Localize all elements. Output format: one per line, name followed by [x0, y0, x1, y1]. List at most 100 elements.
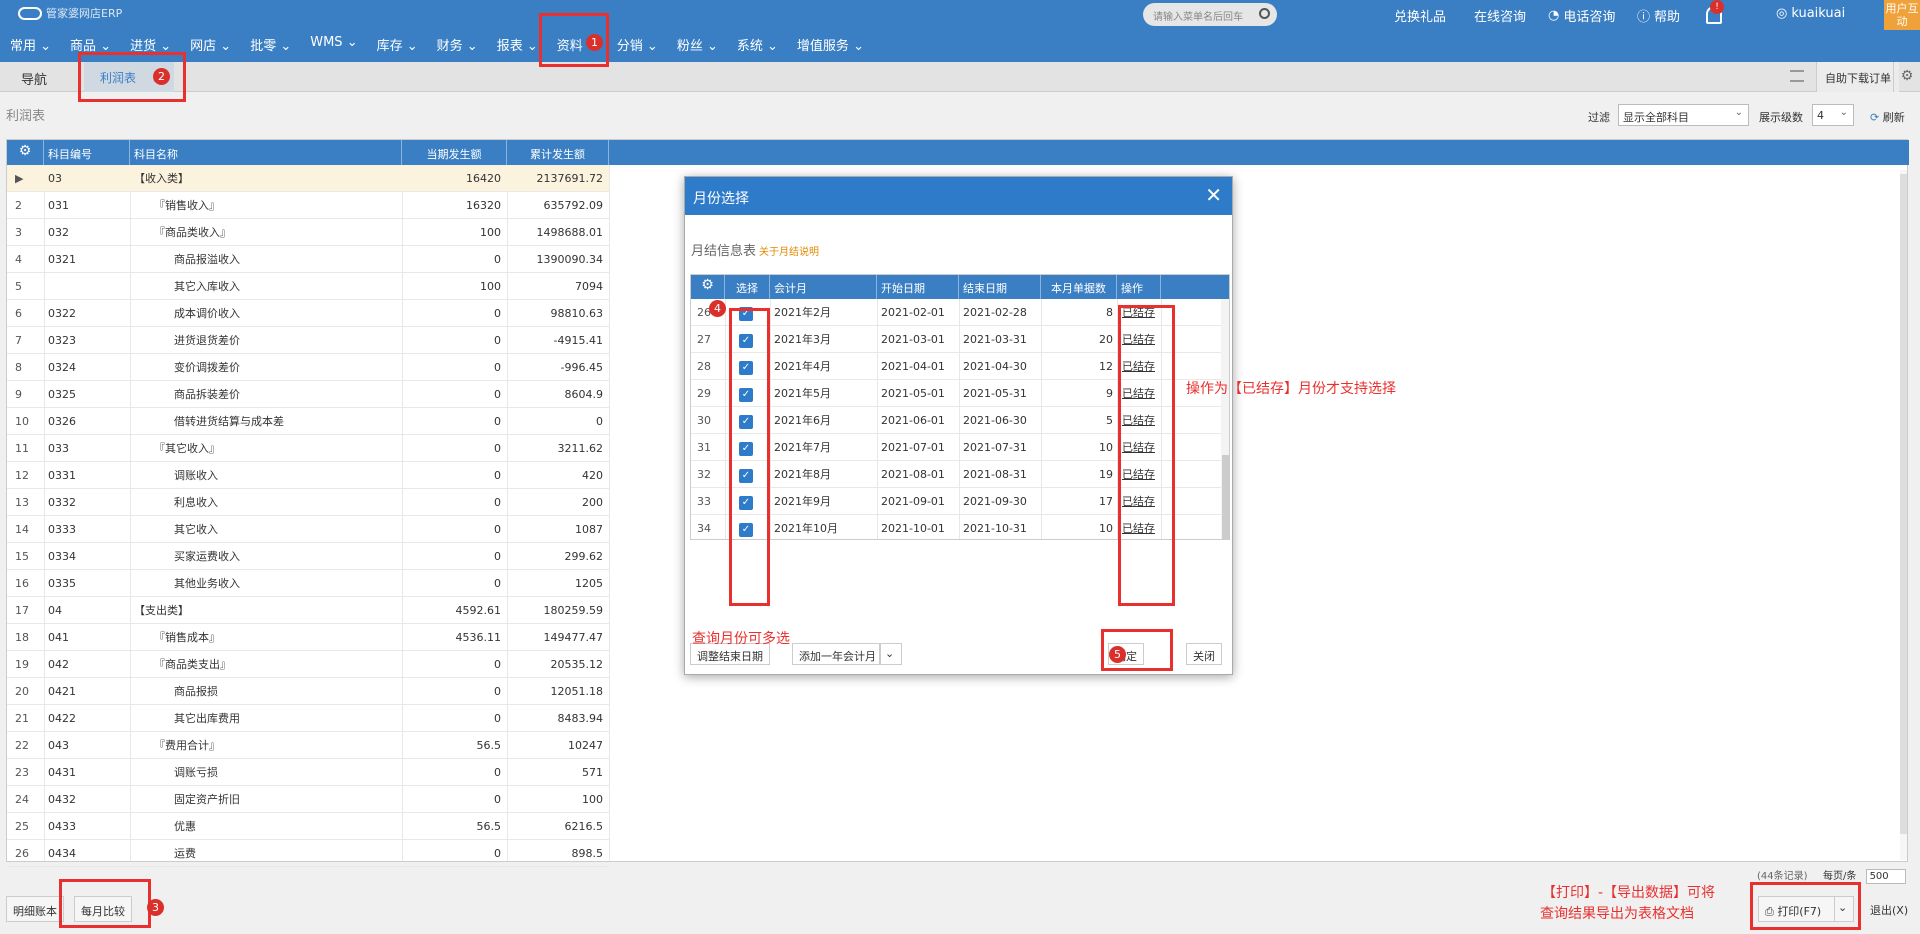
table-row[interactable]: 17 04 【支出类】 4592.61 180259.59 — [7, 597, 609, 624]
table-row[interactable]: 18 041 『销售成本』 4536.11 149477.47 — [7, 624, 609, 651]
refresh-button[interactable]: ⟳ 刷新 — [1870, 109, 1905, 125]
cumulative-amount: 3211.62 — [557, 442, 604, 455]
doc-count: 5 — [1106, 414, 1113, 427]
table-row[interactable]: 2 031 『销售收入』 16320 635792.09 — [7, 192, 609, 219]
table-row[interactable]: 12 0331 调账收入 0 420 — [7, 462, 609, 489]
menu-reports[interactable]: 报表 ⌄ — [497, 35, 538, 54]
account-code: 032 — [48, 226, 69, 239]
help-icon: ⓘ — [1637, 10, 1651, 25]
account-name: 『其它收入』 — [154, 442, 220, 455]
detail-ledger-button[interactable]: 明细账本 — [6, 896, 64, 922]
gear-icon[interactable]: ⚙ — [1893, 62, 1920, 92]
current-amount: 16420 — [466, 172, 501, 185]
menu-online-store[interactable]: 网店 ⌄ — [190, 35, 231, 54]
table-row[interactable]: 14 0333 其它收入 0 1087 — [7, 516, 609, 543]
table-row[interactable]: 16 0335 其他业务收入 0 1205 — [7, 570, 609, 597]
month-row-number: 34 — [697, 522, 711, 535]
table-row[interactable]: 9 0325 商品拆装差价 0 8604.9 — [7, 381, 609, 408]
close-icon[interactable]: ✕ — [1205, 183, 1222, 207]
doc-count: 19 — [1099, 468, 1113, 481]
menu-common[interactable]: 常用 ⌄ — [10, 35, 51, 54]
cumulative-amount: 12051.18 — [550, 685, 604, 698]
gift-link[interactable]: 兑换礼品 — [1394, 6, 1446, 25]
col-accounting-month[interactable]: 会计月 — [770, 275, 877, 299]
row-number: 18 — [15, 631, 29, 644]
table-row[interactable]: 13 0332 利息收入 0 200 — [7, 489, 609, 516]
table-row[interactable]: 4 0321 商品报溢收入 0 1390090.34 — [7, 246, 609, 273]
online-consult-link[interactable]: 在线咨询 — [1474, 6, 1526, 25]
menu-value-added[interactable]: 增值服务 ⌄ — [797, 35, 864, 54]
table-row[interactable]: ▶ 03 【收入类】 16420 2137691.72 — [7, 165, 609, 192]
account-name: 商品报损 — [174, 685, 218, 698]
note-export-line2: 查询结果导出为表格文档 — [1540, 906, 1694, 922]
col-end-date[interactable]: 结束日期 — [959, 275, 1041, 299]
account-name: 变价调拨差价 — [174, 361, 240, 374]
menu-distribution[interactable]: 分销 ⌄ — [617, 35, 658, 54]
column-settings-gear-icon[interactable]: ⚙ — [7, 140, 44, 165]
table-row[interactable]: 19 042 『商品类支出』 0 20535.12 — [7, 651, 609, 678]
cumulative-amount: 200 — [582, 496, 603, 509]
list-icon[interactable] — [1790, 70, 1804, 82]
account-name: 『费用合计』 — [154, 739, 220, 752]
menu-wms[interactable]: WMS ⌄ — [310, 35, 357, 54]
close-button[interactable]: 关闭 — [1186, 643, 1222, 665]
phone-consult-link[interactable]: ◔ 电话咨询 — [1548, 6, 1615, 25]
table-row[interactable]: 3 032 『商品类收入』 100 1498688.01 — [7, 219, 609, 246]
accounting-month: 2021年8月 — [774, 468, 831, 481]
table-row[interactable]: 20 0421 商品报损 0 12051.18 — [7, 678, 609, 705]
help-link[interactable]: ⓘ 帮助 — [1637, 6, 1680, 25]
start-date: 2021-03-01 — [881, 333, 945, 346]
user-interaction-button[interactable]: 用户互动 — [1884, 0, 1920, 30]
table-row[interactable]: 22 043 『费用合计』 56.5 10247 — [7, 732, 609, 759]
col-account-name[interactable]: 科目名称 — [130, 140, 402, 165]
auto-download-orders-button[interactable]: 自助下载订单 — [1816, 62, 1899, 92]
table-row[interactable]: 21 0422 其它出库费用 0 8483.94 — [7, 705, 609, 732]
month-grid-gear-icon[interactable]: ⚙ — [691, 275, 725, 299]
table-row[interactable]: 24 0432 固定资产折旧 0 100 — [7, 786, 609, 813]
col-select[interactable]: 选择 — [725, 275, 770, 299]
table-scrollbar[interactable] — [1900, 170, 1907, 860]
row-number: ▶ — [15, 172, 24, 185]
current-amount: 0 — [494, 388, 501, 401]
menu-system[interactable]: 系统 ⌄ — [737, 35, 778, 54]
menu-search-input[interactable]: 请输入菜单名后回车 — [1143, 3, 1277, 26]
col-doc-count[interactable]: 本月单据数 — [1041, 275, 1117, 299]
table-row[interactable]: 11 033 『其它收入』 0 3211.62 — [7, 435, 609, 462]
filter-select[interactable]: 显示全部科目 ⌄ — [1618, 104, 1749, 126]
level-select[interactable]: 4 ⌄ — [1812, 104, 1854, 126]
table-row[interactable]: 7 0323 进货退货差价 0 -4915.41 — [7, 327, 609, 354]
table-row[interactable]: 15 0334 买家运费收入 0 299.62 — [7, 543, 609, 570]
account-name: 『销售收入』 — [154, 199, 220, 212]
table-row[interactable]: 26 0434 运费 0 898.5 — [7, 840, 609, 867]
table-row[interactable]: 25 0433 优惠 56.5 6216.5 — [7, 813, 609, 840]
menu-fans[interactable]: 粉丝 ⌄ — [677, 35, 718, 54]
col-start-date[interactable]: 开始日期 — [877, 275, 959, 299]
menu-finance[interactable]: 财务 ⌄ — [437, 35, 478, 54]
account-name: 【支出类】 — [134, 604, 189, 617]
exit-button[interactable]: 退出(X) — [1864, 896, 1914, 922]
month-close-help-link[interactable]: 关于月结说明 — [759, 243, 819, 258]
col-operation[interactable]: 操作 — [1117, 275, 1161, 299]
col-account-code[interactable]: 科目编号 — [44, 140, 130, 165]
page-size-select[interactable]: 500 — [1865, 869, 1906, 884]
annotation-badge-3: 3 — [147, 899, 164, 916]
table-row[interactable]: 5 其它入库收入 100 7094 — [7, 273, 609, 300]
user-menu[interactable]: ◎ kuaikuai — [1776, 6, 1845, 21]
col-cumulative-amount[interactable]: 累计发生额 — [507, 140, 609, 165]
start-date: 2021-06-01 — [881, 414, 945, 427]
account-code: 033 — [48, 442, 69, 455]
table-row[interactable]: 6 0322 成本调价收入 0 98810.63 — [7, 300, 609, 327]
add-year-chevron-icon[interactable]: ⌄ — [880, 643, 902, 665]
tab-navigation[interactable]: 导航 — [21, 69, 47, 88]
table-row[interactable]: 23 0431 调账亏损 0 571 — [7, 759, 609, 786]
table-row[interactable]: 8 0324 变价调拨差价 0 -996.45 — [7, 354, 609, 381]
month-grid-scrollbar[interactable] — [1221, 299, 1229, 539]
col-current-amount[interactable]: 当期发生额 — [402, 140, 507, 165]
menu-inventory[interactable]: 库存 ⌄ — [377, 35, 418, 54]
cumulative-amount: 180259.59 — [543, 604, 604, 617]
brand-logo: 管家婆网店ERP — [18, 5, 122, 21]
search-icon[interactable] — [1259, 8, 1270, 19]
add-year-months-button[interactable]: 添加一年会计月 — [792, 643, 880, 665]
table-row[interactable]: 10 0326 借转进货结算与成本差 0 0 — [7, 408, 609, 435]
menu-wholesale[interactable]: 批零 ⌄ — [250, 35, 291, 54]
